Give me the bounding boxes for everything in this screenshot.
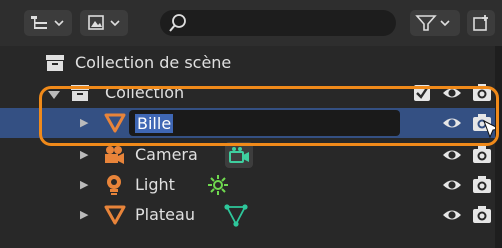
chevron-down-icon <box>54 20 64 27</box>
scene-collection-label: Collection de scène <box>75 53 232 72</box>
scene-collection-icon <box>46 55 64 71</box>
scene-collection-row[interactable]: Collection de scène <box>0 48 502 78</box>
filter-view-dropdown[interactable] <box>80 10 128 36</box>
eye-icon[interactable] <box>442 175 462 195</box>
light-label: Light <box>135 175 175 194</box>
funnel-icon <box>415 15 437 31</box>
search-input[interactable] <box>160 10 396 36</box>
plateau-label: Plateau <box>135 205 195 224</box>
mesh-data-icon[interactable] <box>224 203 248 227</box>
filter-dropdown[interactable] <box>410 10 460 36</box>
expand-arrow-icon[interactable]: ▶ <box>80 148 88 161</box>
display-mode-dropdown[interactable] <box>24 10 72 36</box>
chevron-down-icon <box>440 20 450 27</box>
scrollbar[interactable] <box>495 46 502 248</box>
outliner-row-light[interactable]: ▶ Light <box>0 170 502 200</box>
eye-icon[interactable] <box>442 145 462 165</box>
light-object-icon <box>107 175 121 195</box>
camera-render-icon[interactable] <box>472 205 492 225</box>
outliner-display-icon <box>31 16 47 29</box>
outliner-row-plateau[interactable]: ▶ Plateau <box>0 200 502 230</box>
eye-icon[interactable] <box>442 205 462 225</box>
camera-render-icon[interactable] <box>472 175 492 195</box>
chevron-down-icon <box>110 20 120 27</box>
image-icon <box>88 15 104 30</box>
light-data-icon[interactable] <box>207 174 229 196</box>
new-collection-button[interactable] <box>467 10 495 36</box>
outliner-header <box>0 0 502 46</box>
expand-arrow-icon[interactable]: ▶ <box>80 208 88 221</box>
highlight-frame <box>39 86 499 146</box>
expand-arrow-icon[interactable]: ▶ <box>80 178 88 191</box>
camera-render-icon[interactable] <box>472 145 492 165</box>
camera-data-icon <box>229 147 249 163</box>
search-icon <box>169 14 186 32</box>
camera-label: Camera <box>135 145 198 164</box>
camera-object-icon <box>105 146 124 164</box>
new-collection-icon <box>473 15 488 31</box>
mesh-object-icon <box>104 205 126 225</box>
